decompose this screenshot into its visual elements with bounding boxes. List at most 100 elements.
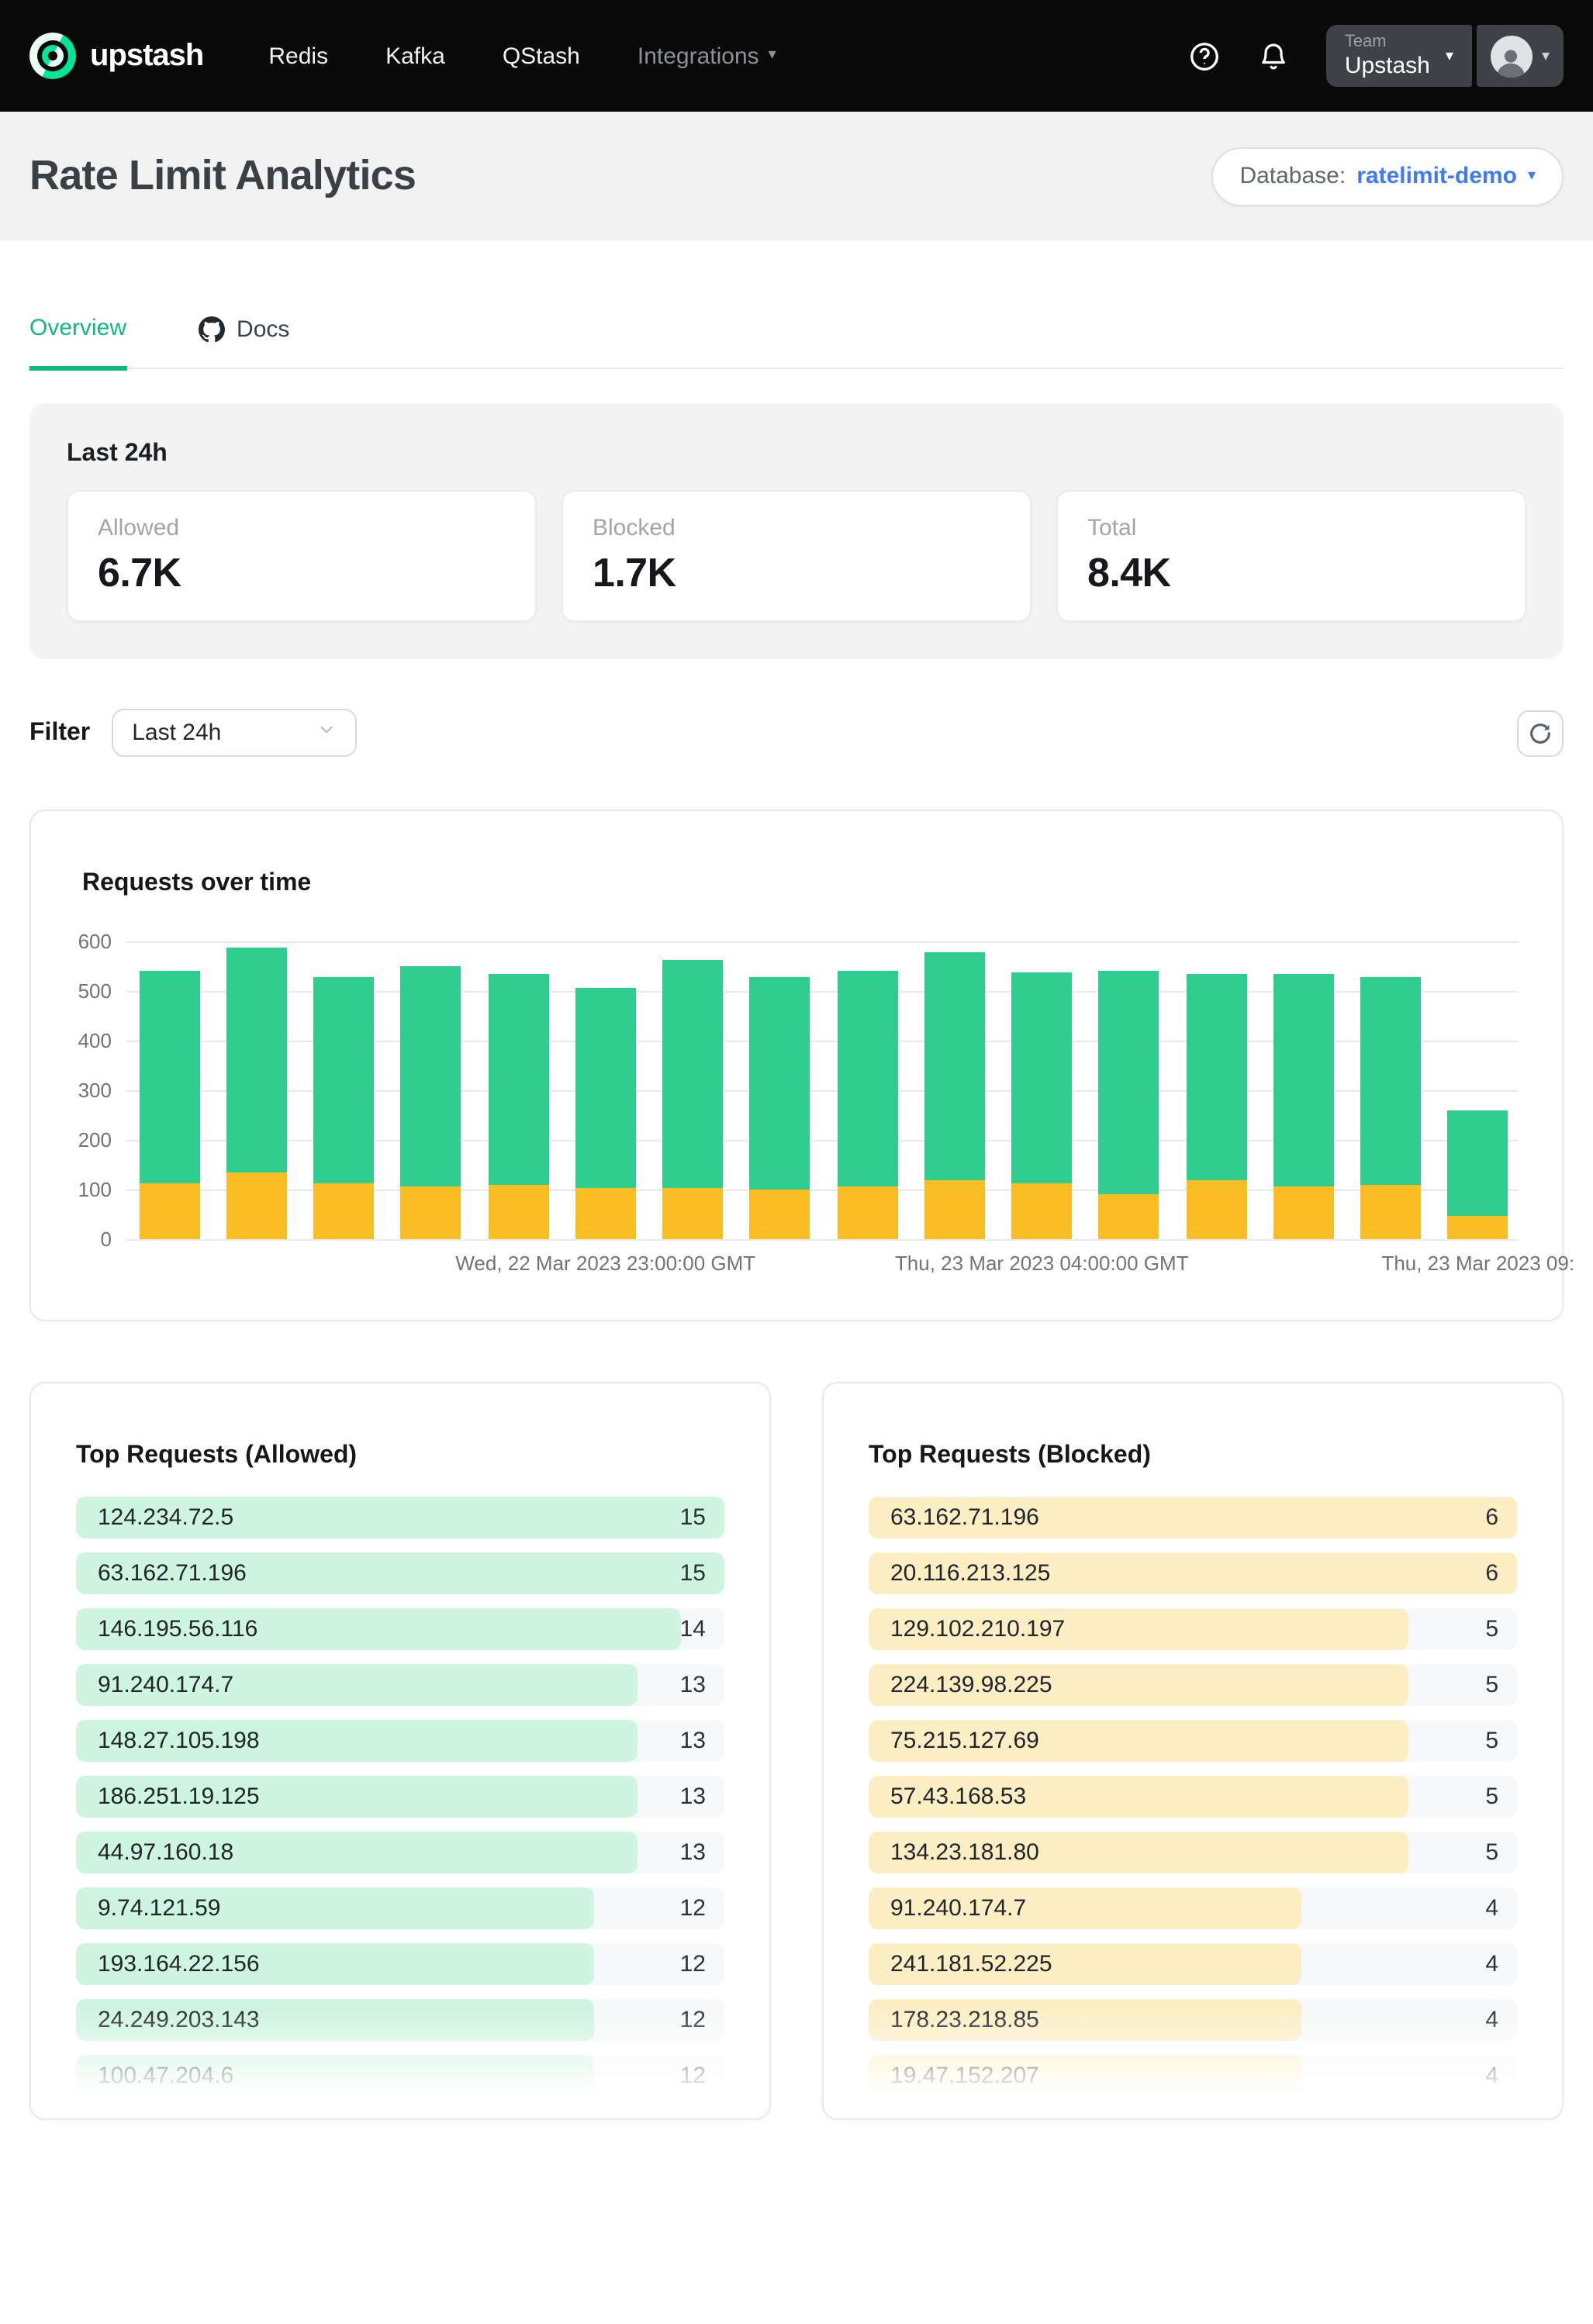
tab-overview[interactable]: Overview — [29, 315, 126, 371]
upstash-logo-icon — [29, 33, 76, 79]
time-range-value: Last 24h — [132, 720, 221, 746]
bar-allowed-segment — [1186, 973, 1246, 1181]
list-item: 100.47.204.6 12 — [76, 2055, 724, 2097]
top-blocked-title: Top Requests (Blocked) — [869, 1442, 1562, 1470]
request-count: 12 — [680, 2055, 706, 2097]
requests-chart-card: Requests over time 0100200300400500600We… — [29, 810, 1564, 1321]
top-allowed-title: Top Requests (Allowed) — [76, 1442, 769, 1470]
refresh-button[interactable] — [1517, 710, 1564, 756]
request-count: 5 — [1485, 1776, 1498, 1818]
stacked-bar — [575, 988, 636, 1239]
y-axis-tick-label: 600 — [43, 930, 112, 953]
stacked-bar — [837, 971, 897, 1239]
account-controls: Team Upstash ▾ ▾ — [1326, 25, 1564, 87]
bar-allowed-segment — [1099, 971, 1159, 1193]
stat-label: Blocked — [593, 515, 1000, 541]
request-count: 5 — [1485, 1608, 1498, 1650]
list-item: 75.215.127.695 — [869, 1720, 1517, 1762]
tab-docs-label: Docs — [237, 316, 289, 343]
list-item: 129.102.210.1975 — [869, 1608, 1517, 1650]
request-count: 14 — [680, 1608, 706, 1650]
user-menu-button[interactable]: ▾ — [1477, 25, 1564, 87]
help-icon[interactable] — [1188, 40, 1221, 72]
ip-address: 24.249.203.143 — [98, 1999, 260, 2041]
list-item: 63.162.71.19615 — [76, 1552, 724, 1594]
chevron-down-icon — [316, 720, 337, 746]
page-title: Rate Limit Analytics — [29, 152, 416, 200]
team-switcher-button[interactable]: Team Upstash ▾ — [1326, 25, 1472, 87]
page-header: Rate Limit Analytics Database: ratelimit… — [0, 112, 1593, 240]
ip-address: 193.164.22.156 — [98, 1943, 260, 1985]
bar-blocked-segment — [924, 1179, 985, 1239]
main-nav: Redis Kafka QStash Integrations▾ — [268, 43, 776, 69]
stacked-bar — [488, 973, 548, 1239]
bar-allowed-segment — [662, 960, 723, 1188]
y-axis-tick-label: 200 — [43, 1128, 112, 1152]
request-count: 4 — [1485, 1999, 1498, 2041]
list-item: 178.23.218.854 — [869, 1999, 1517, 2041]
ip-address: 44.97.160.18 — [98, 1832, 233, 1873]
request-count: 13 — [680, 1776, 706, 1818]
ip-address: 91.240.174.7 — [98, 1664, 233, 1706]
nav-item-redis[interactable]: Redis — [268, 43, 328, 69]
bar-blocked-segment — [1186, 1181, 1246, 1240]
bar-allowed-segment — [837, 971, 897, 1186]
list-item: 224.139.98.2255 — [869, 1664, 1517, 1706]
brand-name: upstash — [90, 38, 203, 74]
ip-address: 91.240.174.7 — [890, 1887, 1026, 1929]
bar-blocked-segment — [750, 1189, 810, 1239]
tab-bar: Overview Docs — [29, 240, 1564, 369]
bar-blocked-segment — [1273, 1186, 1334, 1239]
bar-allowed-segment — [401, 965, 461, 1186]
x-axis-tick-label: Wed, 22 Mar 2023 23:00:00 GMT — [455, 1252, 755, 1275]
bar-blocked-segment — [575, 1187, 636, 1239]
bar-allowed-segment — [1273, 973, 1334, 1186]
bar-allowed-segment — [1448, 1110, 1508, 1216]
request-count: 15 — [680, 1497, 706, 1538]
request-count: 6 — [1485, 1552, 1498, 1594]
stacked-bar — [1011, 972, 1072, 1239]
team-name: Upstash — [1345, 52, 1430, 79]
stacked-bar — [662, 960, 723, 1239]
list-item: 124.234.72.515 — [76, 1497, 724, 1538]
refresh-icon — [1528, 720, 1553, 745]
stat-value: 1.7K — [593, 549, 1000, 597]
ip-address: 19.47.152.207 — [890, 2055, 1039, 2097]
bar-blocked-segment — [313, 1184, 374, 1239]
notifications-bell-icon[interactable] — [1258, 40, 1289, 72]
integrations-label: Integrations — [638, 43, 759, 69]
ip-address: 100.47.204.6 — [98, 2055, 233, 2097]
stat-value: 6.7K — [98, 549, 506, 597]
ip-address: 20.116.213.125 — [890, 1552, 1050, 1594]
database-name: ratelimit-demo — [1356, 163, 1517, 189]
tab-docs[interactable]: Docs — [198, 316, 289, 368]
ip-address: 9.74.121.59 — [98, 1887, 221, 1929]
nav-item-kafka[interactable]: Kafka — [385, 43, 445, 69]
chart-bars — [126, 941, 1519, 1239]
list-item: 63.162.71.1966 — [869, 1497, 1517, 1538]
filter-row: Filter Last 24h — [29, 709, 1564, 757]
bar-blocked-segment — [1099, 1194, 1159, 1239]
request-count: 4 — [1485, 1943, 1498, 1985]
ip-address: 186.251.19.125 — [98, 1776, 260, 1818]
upstash-logo[interactable]: upstash — [29, 33, 203, 79]
list-item: 20.116.213.125 6 — [869, 1552, 1517, 1594]
avatar — [1491, 35, 1533, 77]
main-content: Overview Docs Last 24h Allowed 6.7K Bloc… — [0, 240, 1593, 2120]
nav-item-integrations[interactable]: Integrations▾ — [638, 43, 776, 69]
bar-blocked-segment — [226, 1173, 287, 1239]
y-axis-tick-label: 300 — [43, 1079, 112, 1102]
time-range-select[interactable]: Last 24h — [112, 709, 357, 757]
list-item: 9.74.121.5912 — [76, 1887, 724, 1929]
list-item: 44.97.160.1813 — [76, 1832, 724, 1873]
request-count: 6 — [1485, 1497, 1498, 1538]
ip-address: 148.27.105.198 — [98, 1720, 260, 1762]
stacked-bar — [313, 978, 374, 1239]
list-item: 134.23.181.805 — [869, 1832, 1517, 1873]
nav-item-qstash[interactable]: QStash — [503, 43, 580, 69]
request-count: 12 — [680, 1999, 706, 2041]
bar-allowed-segment — [1011, 972, 1072, 1184]
database-selector[interactable]: Database: ratelimit-demo ▾ — [1211, 147, 1564, 205]
top-blocked-rows: 63.162.71.1966 20.116.213.125 6 129.102.210… — [869, 1497, 1517, 2097]
list-item: 186.251.19.125 13 — [76, 1776, 724, 1818]
